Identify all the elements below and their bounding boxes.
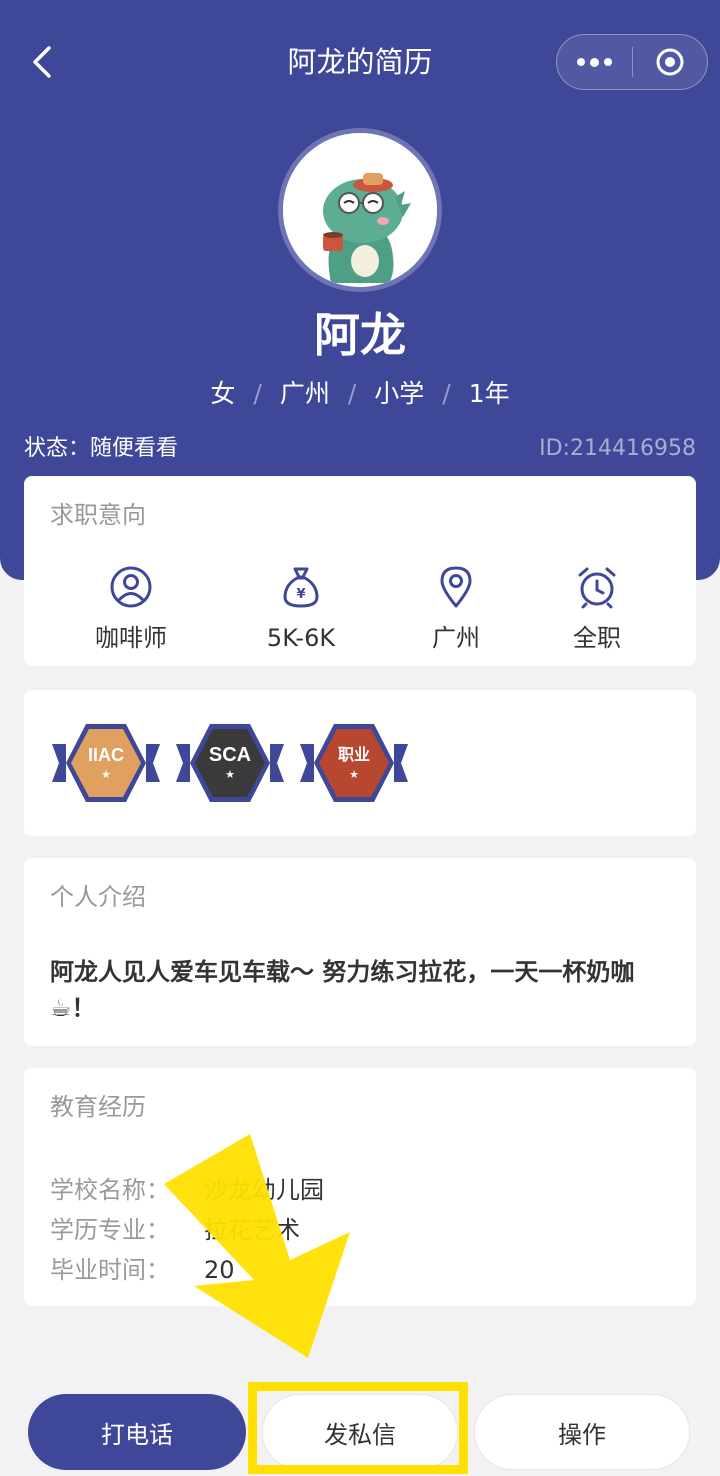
location-pin-icon <box>440 566 472 608</box>
intent-location: 广州 <box>381 564 531 656</box>
experience-text: 1年 <box>468 379 510 408</box>
badge-text: SCA <box>208 744 252 766</box>
certificate-badge-iiac[interactable]: ★ IIAC <box>50 720 162 806</box>
personal-intro-card: 个人介绍 阿龙人见人爱车见车载～ 努力练习拉花，一天一杯奶咖☕！ <box>24 858 696 1046</box>
education-title: 教育经历 <box>50 1093 146 1121</box>
gender-text: 女 <box>210 379 236 408</box>
meta-separator: / <box>347 379 357 408</box>
profile-meta: 女 / 广州 / 小学 / 1年 <box>0 372 720 416</box>
job-status: 状态：随便看看 <box>24 436 179 461</box>
personal-intro-title: 个人介绍 <box>50 883 146 911</box>
job-intent-card: 求职意向 咖啡师 ¥ 5K-6K 广州 全职 <box>24 476 696 666</box>
dinosaur-avatar-illustration <box>283 133 437 287</box>
intent-location-label: 广州 <box>432 624 480 652</box>
city-text: 广州 <box>279 379 330 408</box>
avatar[interactable] <box>278 128 442 292</box>
intent-position: 咖啡师 <box>56 564 206 656</box>
certificates-card: ★ IIAC ★ SCA ★ 职业 <box>24 690 696 836</box>
money-bag-icon: ¥ <box>283 567 319 608</box>
meta-separator: / <box>253 379 262 408</box>
job-intent-title: 求职意向 <box>50 501 146 529</box>
certificate-badge-sca[interactable]: ★ SCA <box>174 720 286 806</box>
pointer-arrow-icon <box>164 1134 350 1358</box>
intent-salary: ¥ 5K-6K <box>226 564 376 656</box>
badge-text: IIAC <box>88 745 124 765</box>
education-level-text: 小学 <box>374 379 425 408</box>
profile-name: 阿龙 <box>314 308 406 362</box>
svg-text:★: ★ <box>225 768 235 781</box>
intent-job-type-label: 全职 <box>573 624 621 652</box>
user-id: ID:214416958 <box>539 436 696 461</box>
svg-text:¥: ¥ <box>296 587 305 602</box>
more-dots-icon <box>577 58 585 66</box>
certificate-badge-professional[interactable]: ★ 职业 <box>298 720 410 806</box>
svg-text:★: ★ <box>349 768 359 781</box>
highlight-box <box>248 1382 468 1474</box>
personal-intro-text: 阿龙人见人爱车见车载～ 努力练习拉花，一天一杯奶咖☕！ <box>50 958 635 1022</box>
meta-separator: / <box>442 379 451 408</box>
miniprogram-capsule <box>556 34 708 90</box>
target-circle-icon <box>656 48 684 76</box>
intent-salary-label: 5K-6K <box>266 624 336 652</box>
alarm-clock-icon <box>578 567 616 609</box>
svg-text:★: ★ <box>101 768 111 781</box>
operate-button[interactable]: 操作 <box>474 1394 690 1470</box>
call-button[interactable]: 打电话 <box>28 1394 246 1470</box>
intent-position-label: 咖啡师 <box>95 624 167 652</box>
user-icon <box>110 566 152 608</box>
intent-job-type: 全职 <box>522 564 672 656</box>
more-button[interactable] <box>557 34 632 90</box>
badge-text: 职业 <box>337 745 370 764</box>
close-miniprogram-button[interactable] <box>633 34 707 90</box>
